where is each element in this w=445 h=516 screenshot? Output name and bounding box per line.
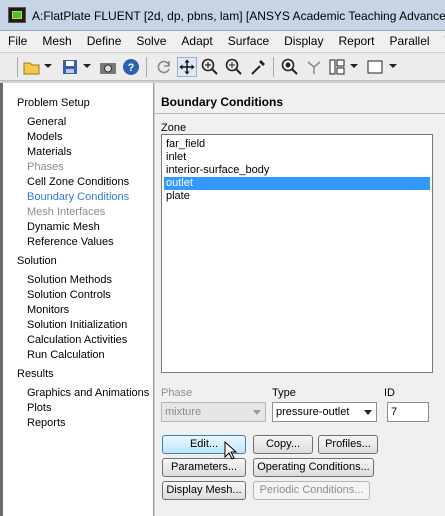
menu-report[interactable]: Report [330,31,381,52]
toolbar-separator [146,57,147,77]
menu-surface[interactable]: Surface [220,31,276,52]
nav-item-reports[interactable]: Reports [27,417,66,429]
move-icon[interactable] [177,57,197,77]
save-icon[interactable] [60,57,80,77]
layout-icon[interactable] [327,57,347,77]
menu-bar: File Mesh Define Solve Adapt Surface Display Re… [0,31,445,53]
zoom-in-icon[interactable] [200,57,220,77]
nav-item-cell-zone-conditions[interactable]: Cell Zone Conditions [27,176,129,188]
menu-parallel[interactable]: Parallel [382,31,437,52]
toolbar: ? [0,53,445,81]
boundary-conditions-panel: Boundary Conditions Zone far_field inlet… [155,83,445,516]
id-label: ID [384,387,395,399]
axes-icon[interactable] [304,57,324,77]
nav-item-boundary-conditions[interactable]: Boundary Conditions [27,191,129,203]
nav-item-mesh-interfaces: Mesh Interfaces [27,206,106,218]
window-dropdown-icon[interactable] [389,64,397,68]
periodic-conditions-button: Periodic Conditions... [253,481,370,500]
camera-icon[interactable] [98,57,118,77]
nav-section-solution[interactable]: Solution [17,255,57,267]
nav-item-dynamic-mesh[interactable]: Dynamic Mesh [27,221,100,233]
zone-item-outlet[interactable]: outlet [164,177,430,190]
nav-section-results[interactable]: Results [17,368,54,380]
nav-item-phases: Phases [27,161,64,173]
panel-title: Boundary Conditions [161,95,283,109]
type-dropdown-icon[interactable] [364,410,372,415]
nav-item-graphics-and-animations[interactable]: Graphics and Animations [27,387,149,399]
menu-file[interactable]: File [0,31,34,52]
nav-item-monitors[interactable]: Monitors [27,304,69,316]
toolbar-grip [17,57,18,77]
zone-label: Zone [161,122,187,134]
copy-button[interactable]: Copy... [253,435,313,454]
zone-item-plate[interactable]: plate [164,190,430,203]
panel-divider [155,113,445,114]
window-title: A:FlatPlate FLUENT [2d, dp, pbns, lam] [… [32,9,445,23]
nav-item-models[interactable]: Models [27,131,62,143]
probe-icon[interactable] [248,57,268,77]
mouse-pointer-icon [224,441,238,460]
zone-item-interior-surface-body[interactable]: interior-surface_body [164,164,430,177]
menu-mesh[interactable]: Mesh [34,31,78,52]
menu-define[interactable]: Define [79,31,129,52]
open-dropdown-icon[interactable] [44,64,52,68]
layout-dropdown-icon[interactable] [350,64,358,68]
id-field: 7 [387,402,429,422]
phase-select: mixture [161,402,266,422]
nav-item-solution-controls[interactable]: Solution Controls [27,289,111,301]
open-icon[interactable] [22,57,42,77]
nav-item-materials[interactable]: Materials [27,146,72,158]
nav-item-calculation-activities[interactable]: Calculation Activities [27,334,127,346]
display-mesh-button[interactable]: Display Mesh... [162,481,246,500]
title-bar: A:FlatPlate FLUENT [2d, dp, pbns, lam] [… [0,0,445,31]
type-select[interactable]: pressure-outlet [272,402,377,422]
zoom-box-icon[interactable] [224,57,244,77]
operating-conditions-button[interactable]: Operating Conditions... [253,458,374,477]
fit-icon[interactable] [280,57,300,77]
navigation-pane: Problem Setup General Models Materials P… [3,83,154,516]
rotate-icon[interactable] [154,57,174,77]
save-dropdown-icon[interactable] [83,64,91,68]
nav-item-plots[interactable]: Plots [27,402,51,414]
phase-dropdown-icon [253,410,261,415]
phase-value: mixture [165,406,202,418]
zone-item-inlet[interactable]: inlet [164,151,430,164]
window-icon[interactable] [365,57,385,77]
profiles-button[interactable]: Profiles... [318,435,378,454]
toolbar-separator [273,57,274,77]
type-value: pressure-outlet [276,406,350,418]
help-icon[interactable]: ? [121,57,141,77]
zone-list[interactable]: far_field inlet interior-surface_body ou… [161,134,433,373]
menu-view[interactable]: Vi [437,31,445,52]
nav-item-run-calculation[interactable]: Run Calculation [27,349,105,361]
phase-label: Phase [161,387,193,399]
menu-display[interactable]: Display [276,31,330,52]
nav-item-solution-initialization[interactable]: Solution Initialization [27,319,127,331]
svg-text:?: ? [128,62,135,74]
type-label: Type [272,387,296,399]
nav-item-general[interactable]: General [27,116,66,128]
nav-section-problem-setup[interactable]: Problem Setup [17,97,90,109]
fluent-app-icon[interactable] [8,7,26,23]
nav-item-solution-methods[interactable]: Solution Methods [27,274,112,286]
menu-adapt[interactable]: Adapt [173,31,219,52]
menu-solve[interactable]: Solve [128,31,173,52]
zone-item-far-field[interactable]: far_field [164,138,430,151]
nav-item-reference-values[interactable]: Reference Values [27,236,114,248]
